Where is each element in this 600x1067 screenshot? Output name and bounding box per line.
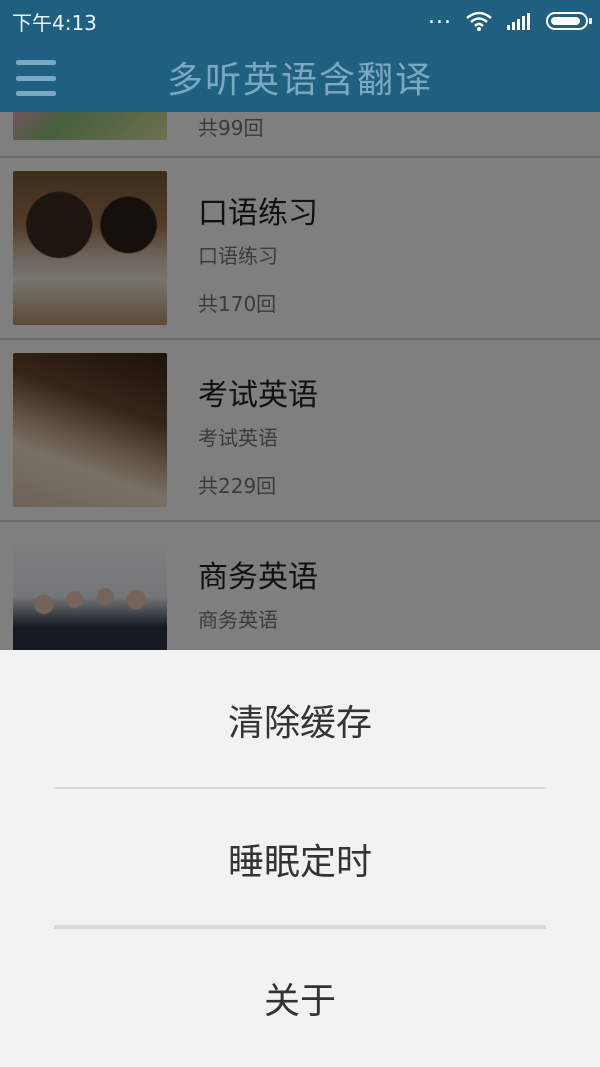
- dim-overlay[interactable]: [0, 112, 600, 650]
- hamburger-menu-icon[interactable]: [16, 58, 56, 98]
- app-title: 多听英语含翻译: [166, 60, 433, 101]
- status-icons: ...: [428, 6, 592, 31]
- more-dots-icon: ...: [428, 4, 452, 29]
- app-bar: 多听英语含翻译: [0, 42, 600, 112]
- status-time: 下午4:13: [12, 10, 97, 35]
- clear-cache-option[interactable]: 清除缓存: [0, 650, 600, 789]
- bottom-sheet-menu: 清除缓存 睡眠定时 关于: [0, 650, 600, 1067]
- battery-icon: [546, 12, 592, 30]
- wifi-icon: [466, 11, 492, 31]
- signal-icon: [507, 13, 530, 30]
- sleep-timer-option[interactable]: 睡眠定时: [0, 789, 600, 928]
- status-bar: 下午4:13 ...: [0, 0, 600, 42]
- about-option[interactable]: 关于: [0, 928, 600, 1067]
